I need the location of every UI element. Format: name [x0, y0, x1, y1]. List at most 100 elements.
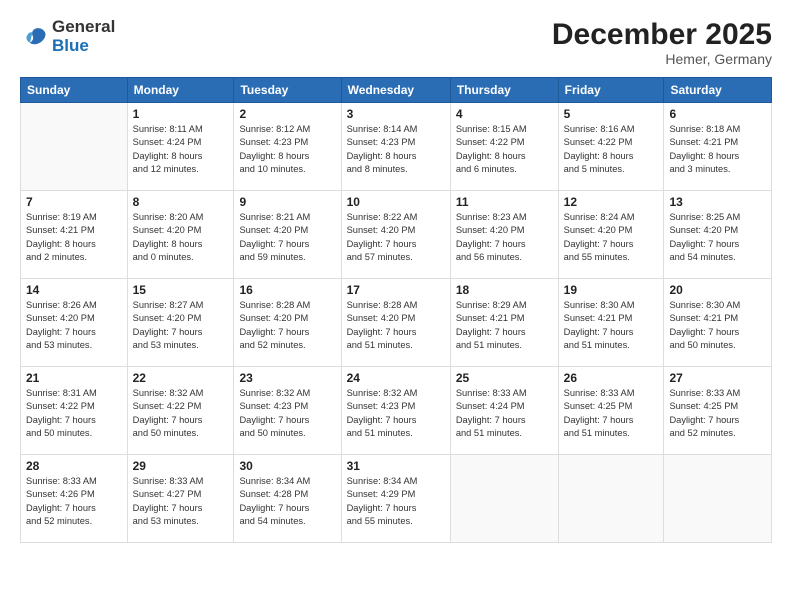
day-number: 11 — [456, 195, 553, 209]
day-info: Sunrise: 8:12 AMSunset: 4:23 PMDaylight:… — [239, 123, 335, 177]
day-number: 8 — [133, 195, 229, 209]
logo-icon — [20, 23, 48, 51]
calendar-week-row: 7 Sunrise: 8:19 AMSunset: 4:21 PMDaylight… — [21, 191, 772, 279]
calendar-cell: 7 Sunrise: 8:19 AMSunset: 4:21 PMDaylight… — [21, 191, 128, 279]
day-info: Sunrise: 8:27 AMSunset: 4:20 PMDaylight:… — [133, 299, 229, 353]
calendar-cell: 12Sunrise: 8:24 AMSunset: 4:20 PMDayligh… — [558, 191, 664, 279]
calendar-cell: 10 Sunrise: 8:22 AMSunset: 4:20 PMDayligh… — [341, 191, 450, 279]
calendar-cell — [664, 455, 772, 543]
day-number: 10 — [347, 195, 445, 209]
day-number: 30 — [239, 459, 335, 473]
logo-text: General Blue — [52, 18, 115, 56]
calendar-cell: 30 Sunrise: 8:34 AMSunset: 4:28 PMDayligh… — [234, 455, 341, 543]
day-number: 19 — [564, 283, 659, 297]
day-number: 9 — [239, 195, 335, 209]
day-info: Sunrise: 8:33 AMSunset: 4:27 PMDaylight:… — [133, 475, 229, 529]
calendar-cell: 31Sunrise: 8:34 AMSunset: 4:29 PMDayligh… — [341, 455, 450, 543]
location-title: Hemer, Germany — [552, 51, 772, 67]
day-info: Sunrise: 8:32 AMSunset: 4:23 PMDaylight:… — [347, 387, 445, 441]
day-info: Sunrise: 8:28 AMSunset: 4:20 PMDaylight:… — [347, 299, 445, 353]
calendar-table: SundayMondayTuesdayWednesdayThursdayFrid… — [20, 77, 772, 543]
day-info: Sunrise: 8:19 AMSunset: 4:21 PMDaylight:… — [26, 211, 122, 265]
day-info: Sunrise: 8:33 AMSunset: 4:24 PMDaylight:… — [456, 387, 553, 441]
calendar-cell: 21 Sunrise: 8:31 AMSunset: 4:22 PMDayligh… — [21, 367, 128, 455]
day-number: 15 — [133, 283, 229, 297]
day-info: Sunrise: 8:21 AMSunset: 4:20 PMDaylight:… — [239, 211, 335, 265]
calendar-cell: 24 Sunrise: 8:32 AMSunset: 4:23 PMDayligh… — [341, 367, 450, 455]
day-info: Sunrise: 8:14 AMSunset: 4:23 PMDaylight:… — [347, 123, 445, 177]
calendar-cell: 17 Sunrise: 8:28 AMSunset: 4:20 PMDayligh… — [341, 279, 450, 367]
calendar-header-monday: Monday — [127, 78, 234, 103]
day-number: 1 — [133, 107, 229, 121]
calendar-cell: 23 Sunrise: 8:32 AMSunset: 4:23 PMDayligh… — [234, 367, 341, 455]
day-number: 24 — [347, 371, 445, 385]
calendar-week-row: 1 Sunrise: 8:11 AMSunset: 4:24 PMDaylight… — [21, 103, 772, 191]
calendar-cell: 25Sunrise: 8:33 AMSunset: 4:24 PMDayligh… — [450, 367, 558, 455]
day-info: Sunrise: 8:30 AMSunset: 4:21 PMDaylight:… — [564, 299, 659, 353]
calendar-cell: 1 Sunrise: 8:11 AMSunset: 4:24 PMDaylight… — [127, 103, 234, 191]
logo: General Blue — [20, 18, 115, 56]
calendar-cell: 14 Sunrise: 8:26 AMSunset: 4:20 PMDayligh… — [21, 279, 128, 367]
calendar-cell: 3Sunrise: 8:14 AMSunset: 4:23 PMDaylight… — [341, 103, 450, 191]
day-info: Sunrise: 8:25 AMSunset: 4:20 PMDaylight:… — [669, 211, 766, 265]
calendar-cell: 8 Sunrise: 8:20 AMSunset: 4:20 PMDaylight… — [127, 191, 234, 279]
day-info: Sunrise: 8:34 AMSunset: 4:29 PMDaylight:… — [347, 475, 445, 529]
day-number: 13 — [669, 195, 766, 209]
calendar-cell: 5Sunrise: 8:16 AMSunset: 4:22 PMDaylight… — [558, 103, 664, 191]
day-info: Sunrise: 8:33 AMSunset: 4:25 PMDaylight:… — [564, 387, 659, 441]
header: General Blue December 2025 Hemer, German… — [20, 18, 772, 67]
day-info: Sunrise: 8:24 AMSunset: 4:20 PMDaylight:… — [564, 211, 659, 265]
day-number: 18 — [456, 283, 553, 297]
day-info: Sunrise: 8:22 AMSunset: 4:20 PMDaylight:… — [347, 211, 445, 265]
calendar-header-thursday: Thursday — [450, 78, 558, 103]
calendar-cell: 13 Sunrise: 8:25 AMSunset: 4:20 PMDayligh… — [664, 191, 772, 279]
page: General Blue December 2025 Hemer, German… — [0, 0, 792, 612]
day-number: 2 — [239, 107, 335, 121]
day-info: Sunrise: 8:32 AMSunset: 4:22 PMDaylight:… — [133, 387, 229, 441]
calendar-cell: 11Sunrise: 8:23 AMSunset: 4:20 PMDayligh… — [450, 191, 558, 279]
calendar-cell: 6Sunrise: 8:18 AMSunset: 4:21 PMDaylight… — [664, 103, 772, 191]
calendar-header-tuesday: Tuesday — [234, 78, 341, 103]
day-info: Sunrise: 8:30 AMSunset: 4:21 PMDaylight:… — [669, 299, 766, 353]
day-number: 28 — [26, 459, 122, 473]
calendar-header-friday: Friday — [558, 78, 664, 103]
month-title: December 2025 — [552, 18, 772, 51]
day-number: 14 — [26, 283, 122, 297]
day-info: Sunrise: 8:32 AMSunset: 4:23 PMDaylight:… — [239, 387, 335, 441]
day-info: Sunrise: 8:31 AMSunset: 4:22 PMDaylight:… — [26, 387, 122, 441]
day-number: 29 — [133, 459, 229, 473]
calendar-cell: 26Sunrise: 8:33 AMSunset: 4:25 PMDayligh… — [558, 367, 664, 455]
day-number: 17 — [347, 283, 445, 297]
day-number: 7 — [26, 195, 122, 209]
calendar-cell: 29 Sunrise: 8:33 AMSunset: 4:27 PMDayligh… — [127, 455, 234, 543]
day-info: Sunrise: 8:20 AMSunset: 4:20 PMDaylight:… — [133, 211, 229, 265]
calendar-week-row: 14 Sunrise: 8:26 AMSunset: 4:20 PMDayligh… — [21, 279, 772, 367]
calendar-cell: 20 Sunrise: 8:30 AMSunset: 4:21 PMDayligh… — [664, 279, 772, 367]
calendar-header-sunday: Sunday — [21, 78, 128, 103]
day-info: Sunrise: 8:28 AMSunset: 4:20 PMDaylight:… — [239, 299, 335, 353]
calendar-cell: 28 Sunrise: 8:33 AMSunset: 4:26 PMDayligh… — [21, 455, 128, 543]
day-number: 21 — [26, 371, 122, 385]
calendar-cell — [558, 455, 664, 543]
calendar-header-wednesday: Wednesday — [341, 78, 450, 103]
calendar-cell: 22Sunrise: 8:32 AMSunset: 4:22 PMDayligh… — [127, 367, 234, 455]
calendar-cell — [450, 455, 558, 543]
day-number: 20 — [669, 283, 766, 297]
day-info: Sunrise: 8:18 AMSunset: 4:21 PMDaylight:… — [669, 123, 766, 177]
day-info: Sunrise: 8:34 AMSunset: 4:28 PMDaylight:… — [239, 475, 335, 529]
calendar-header-saturday: Saturday — [664, 78, 772, 103]
day-number: 23 — [239, 371, 335, 385]
calendar-cell — [21, 103, 128, 191]
day-info: Sunrise: 8:33 AMSunset: 4:25 PMDaylight:… — [669, 387, 766, 441]
title-area: December 2025 Hemer, Germany — [552, 18, 772, 67]
day-info: Sunrise: 8:29 AMSunset: 4:21 PMDaylight:… — [456, 299, 553, 353]
day-info: Sunrise: 8:33 AMSunset: 4:26 PMDaylight:… — [26, 475, 122, 529]
calendar-header-row: SundayMondayTuesdayWednesdayThursdayFrid… — [21, 78, 772, 103]
day-info: Sunrise: 8:26 AMSunset: 4:20 PMDaylight:… — [26, 299, 122, 353]
calendar-cell: 15 Sunrise: 8:27 AMSunset: 4:20 PMDayligh… — [127, 279, 234, 367]
calendar-cell: 16Sunrise: 8:28 AMSunset: 4:20 PMDayligh… — [234, 279, 341, 367]
day-number: 27 — [669, 371, 766, 385]
day-info: Sunrise: 8:11 AMSunset: 4:24 PMDaylight:… — [133, 123, 229, 177]
calendar-cell: 27 Sunrise: 8:33 AMSunset: 4:25 PMDayligh… — [664, 367, 772, 455]
calendar-cell: 9 Sunrise: 8:21 AMSunset: 4:20 PMDaylight… — [234, 191, 341, 279]
